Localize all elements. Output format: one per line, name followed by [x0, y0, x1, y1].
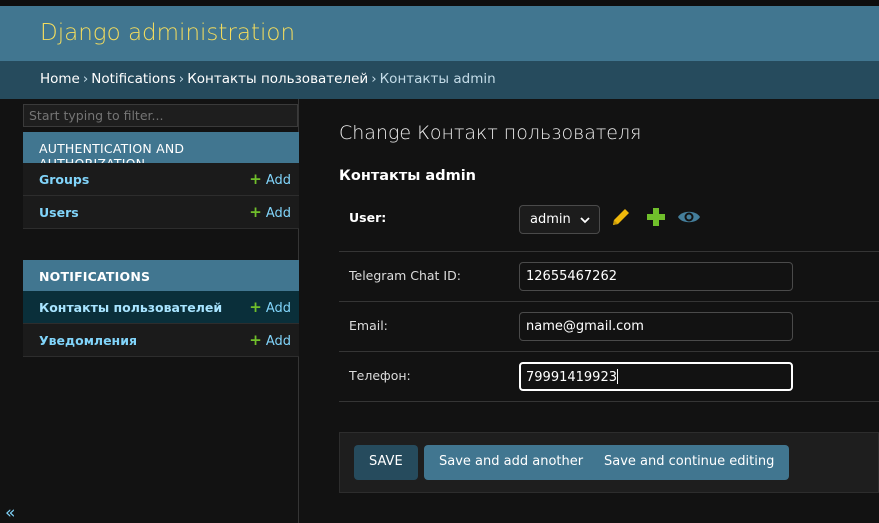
eye-icon[interactable] — [677, 205, 701, 229]
phone-label: Телефон: — [349, 368, 411, 383]
sidebar-item-contacts[interactable]: Контакты пользователей + Add — [23, 291, 299, 324]
sidebar-collapse-toggle[interactable]: « — [5, 503, 15, 523]
add-groups-link[interactable]: + Add — [249, 170, 291, 188]
save-button[interactable]: SAVE — [354, 445, 418, 480]
fieldset-title: Контакты admin — [339, 168, 476, 184]
add-users-link[interactable]: + Add — [249, 203, 291, 221]
plus-icon: + — [249, 203, 262, 221]
breadcrumb: Home › Notifications › Контакты пользователе… — [0, 61, 879, 99]
breadcrumb-separator: › — [82, 71, 89, 87]
breadcrumb-separator: › — [178, 71, 185, 87]
plus-icon: + — [249, 298, 262, 316]
sidebar-item-label[interactable]: Users — [39, 205, 79, 220]
sidebar-item-users[interactable]: Users + Add — [23, 196, 299, 229]
sidebar-item-label[interactable]: Уведомления — [39, 333, 137, 348]
sidebar: AUTHENTICATION AND AUTHORIZATION Groups … — [22, 99, 299, 523]
module-notifications: NOTIFICATIONS Контакты пользователей + Ad… — [23, 260, 299, 357]
sidebar-filter-input[interactable] — [23, 104, 298, 127]
plus-icon: + — [249, 331, 262, 349]
breadcrumb-current: Контакты admin — [379, 71, 496, 87]
breadcrumb-notifications[interactable]: Notifications — [91, 71, 176, 87]
sidebar-item-label[interactable]: Контакты пользователей — [39, 300, 222, 315]
add-notifications-link[interactable]: + Add — [249, 331, 291, 349]
user-label: User: — [349, 210, 387, 225]
breadcrumb-contacts[interactable]: Контакты пользователей — [187, 71, 368, 87]
breadcrumb-separator: › — [371, 71, 377, 87]
save-and-add-another-button[interactable]: Save and add another — [424, 445, 599, 480]
site-branding[interactable]: Django administration — [40, 20, 295, 46]
sidebar-item-groups[interactable]: Groups + Add — [23, 163, 299, 196]
save-and-continue-button[interactable]: Save and continue editing — [589, 445, 790, 480]
phone-input[interactable]: 79991419923 — [519, 362, 793, 391]
form-row-email: Email: name@gmail.com — [339, 302, 879, 352]
form-row-phone: Телефон: 79991419923 — [339, 352, 879, 402]
text-caret — [616, 369, 618, 384]
module-caption-auth[interactable]: AUTHENTICATION AND AUTHORIZATION — [23, 132, 299, 171]
plus-icon: + — [249, 170, 262, 188]
user-select[interactable]: admin — [519, 205, 600, 234]
email-input[interactable]: name@gmail.com — [519, 312, 793, 341]
add-contacts-link[interactable]: + Add — [249, 298, 291, 316]
module-auth: AUTHENTICATION AND AUTHORIZATION Groups … — [23, 132, 299, 229]
pencil-icon[interactable] — [609, 205, 633, 229]
telegram-label: Telegram Chat ID: — [349, 268, 461, 283]
module-caption-notifications[interactable]: NOTIFICATIONS — [23, 260, 299, 291]
form-row-telegram: Telegram Chat ID: 12655467262 — [339, 252, 879, 302]
breadcrumb-home[interactable]: Home — [40, 71, 80, 87]
chevron-down-icon — [580, 217, 590, 224]
submit-row: SAVE Save and add another Save and conti… — [339, 432, 879, 493]
plus-icon[interactable] — [644, 205, 668, 229]
email-label: Email: — [349, 318, 388, 333]
header: Django administration — [0, 0, 879, 61]
page-title: Change Контакт пользователя — [339, 122, 642, 144]
sidebar-item-label[interactable]: Groups — [39, 172, 89, 187]
telegram-chat-id-input[interactable]: 12655467262 — [519, 262, 793, 291]
sidebar-item-notifications[interactable]: Уведомления + Add — [23, 324, 299, 357]
